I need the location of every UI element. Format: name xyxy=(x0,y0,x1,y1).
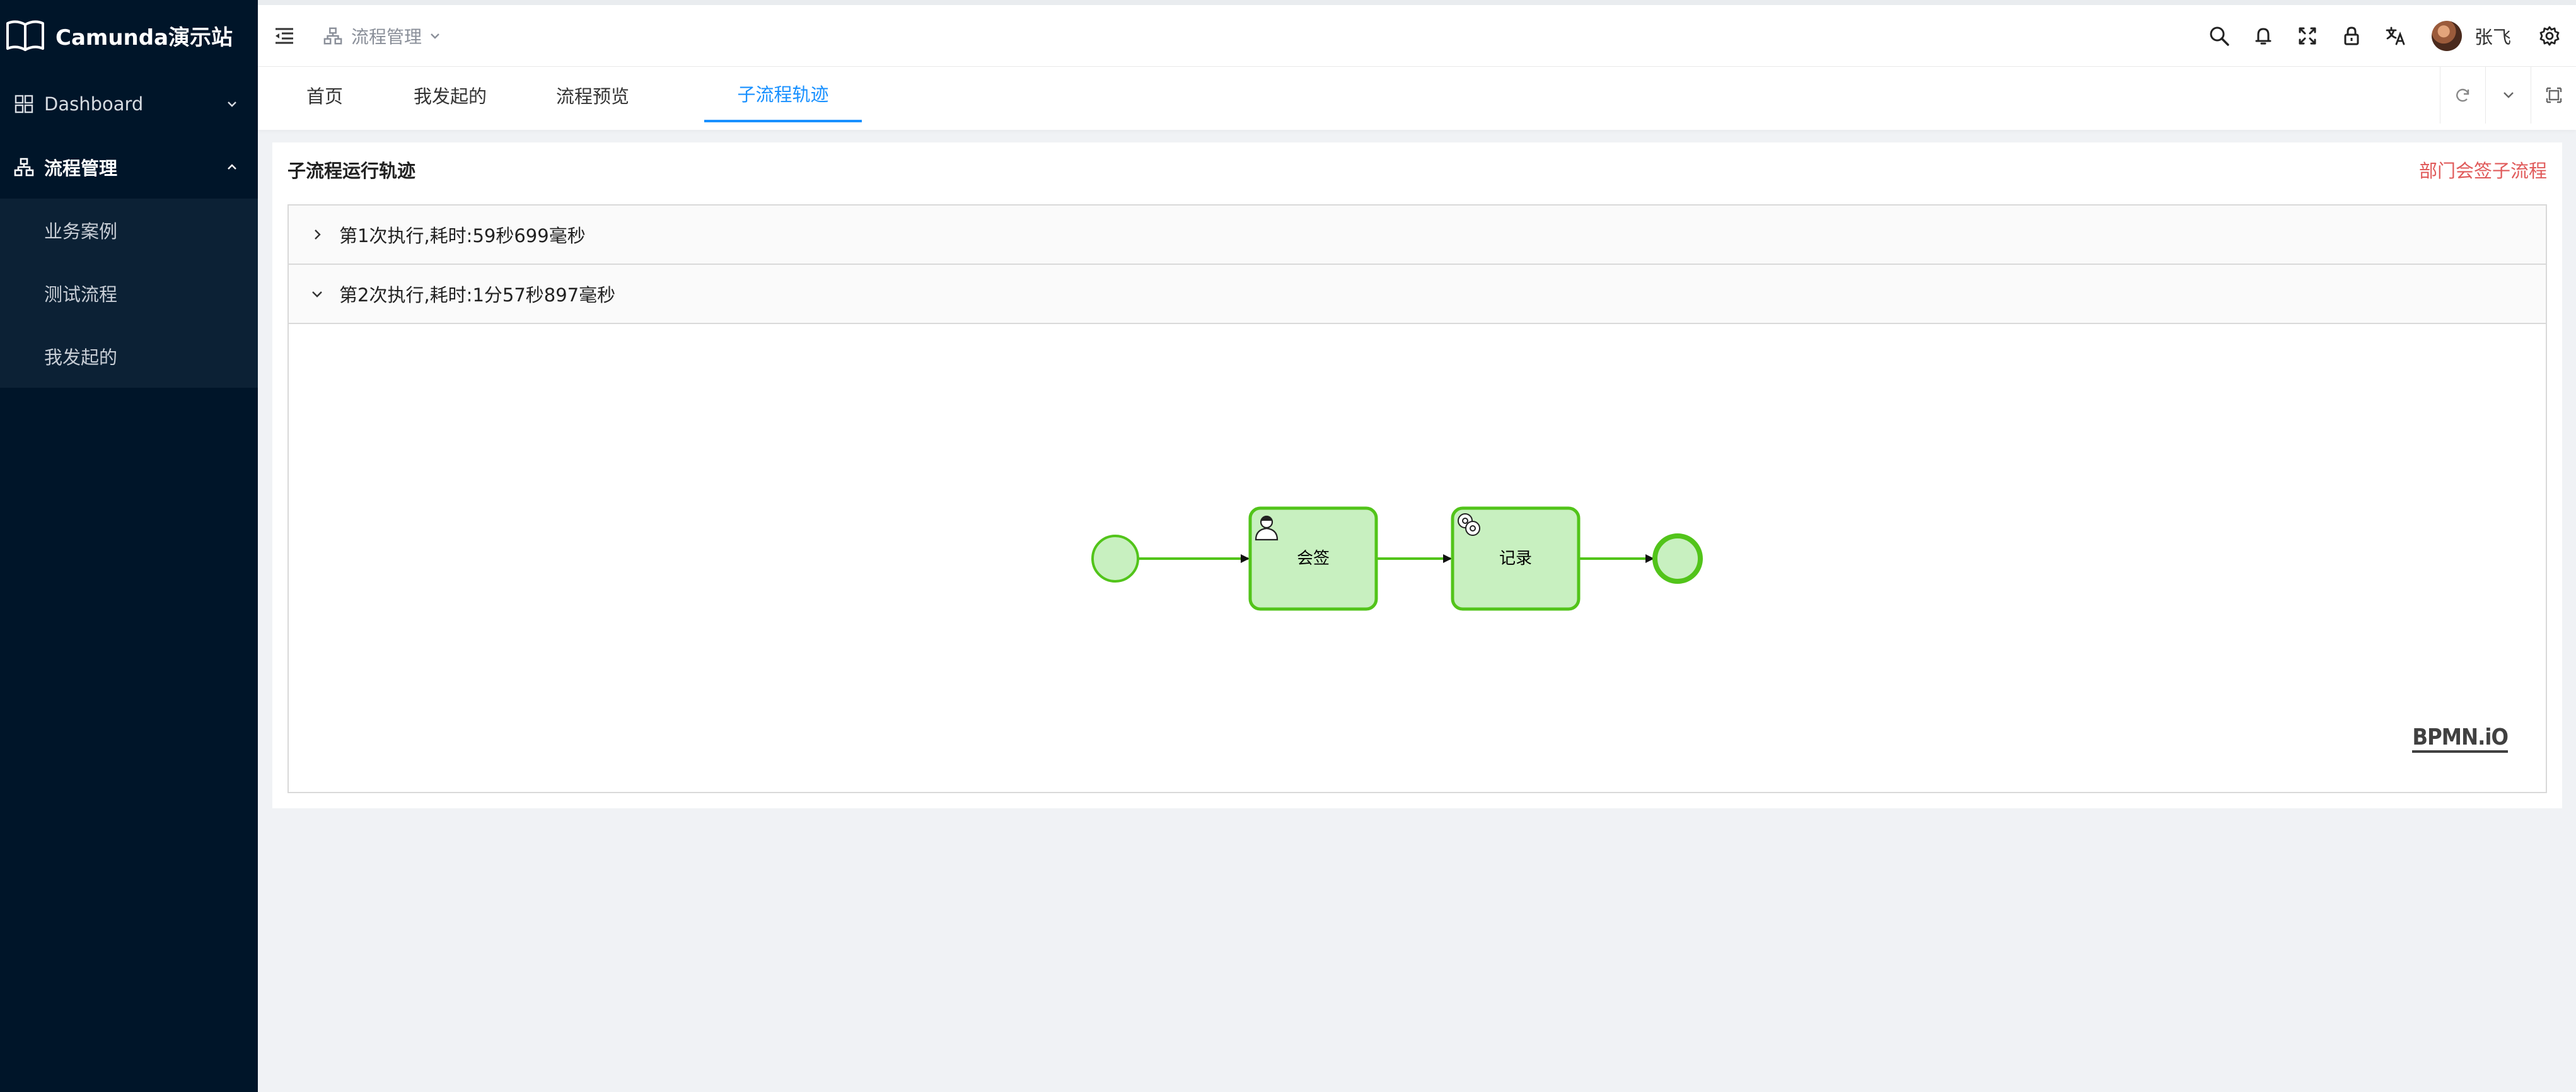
panel-label: 第1次执行,耗时:59秒699毫秒 xyxy=(339,225,586,247)
sidebar-item-test-process[interactable]: 测试流程 xyxy=(0,262,258,325)
subprocess-name-link[interactable]: 部门会签子流程 xyxy=(2419,156,2547,183)
username[interactable]: 张飞 xyxy=(2474,23,2511,49)
book-icon xyxy=(6,20,44,51)
sidebar: Camunda演示站 Dashboard 流程管理 业务案例 测试流程 我发起的 xyxy=(0,0,258,1092)
bpmn-io-watermark[interactable]: BPMN.iO xyxy=(2412,725,2509,753)
sidebar-item-business-case[interactable]: 业务案例 xyxy=(0,199,258,262)
tab-tools xyxy=(2440,67,2576,124)
service-task-record[interactable]: 记录 xyxy=(1451,506,1581,611)
bpmn-diagram[interactable]: 会签 记录 BPMN.iO xyxy=(289,325,2546,792)
lock-icon[interactable] xyxy=(2340,25,2363,47)
breadcrumb-label: 流程管理 xyxy=(351,26,422,47)
sidebar-submenu: 业务案例 测试流程 我发起的 xyxy=(0,199,258,388)
bpmn-canvas: 会签 记录 xyxy=(1091,506,1703,611)
avatar[interactable] xyxy=(2431,21,2462,51)
fullscreen-icon[interactable] xyxy=(2296,25,2319,47)
task-label: 会签 xyxy=(1297,549,1330,568)
search-icon[interactable] xyxy=(2208,25,2231,47)
task-label: 记录 xyxy=(1499,549,1532,568)
settings-icon[interactable] xyxy=(2538,25,2561,47)
subprocess-trace-card: 子流程运行轨迹 部门会签子流程 第1次执行,耗时:59秒699毫秒 第2次执行,… xyxy=(272,142,2562,808)
tabs-bar: 首页 我发起的 流程预览 子流程轨迹 xyxy=(258,67,2576,130)
sidebar-item-process-management[interactable]: 流程管理 xyxy=(0,136,258,199)
sidebar-item-dashboard[interactable]: Dashboard xyxy=(0,73,258,136)
panel-label: 第2次执行,耗时:1分57秒897毫秒 xyxy=(339,284,616,306)
tab-home[interactable]: 首页 xyxy=(287,67,363,124)
tab-label: 我发起的 xyxy=(413,86,487,107)
expand-icon[interactable] xyxy=(2531,67,2576,124)
chevron-down-icon[interactable] xyxy=(2485,67,2531,124)
chevron-down-icon xyxy=(228,102,236,107)
chevron-down-icon xyxy=(312,291,322,298)
chevron-down-icon xyxy=(431,33,439,39)
flow-icon xyxy=(14,157,34,177)
app-title: Camunda演示站 xyxy=(55,25,233,50)
start-event[interactable] xyxy=(1091,535,1139,583)
end-event[interactable] xyxy=(1652,533,1703,584)
card-title: 子流程运行轨迹 xyxy=(287,160,416,182)
execution-panel-2-header[interactable]: 第2次执行,耗时:1分57秒897毫秒 xyxy=(289,265,2546,324)
translate-icon[interactable] xyxy=(2384,25,2407,47)
chevron-up-icon xyxy=(228,164,236,170)
refresh-icon[interactable] xyxy=(2440,67,2485,124)
tab-label: 流程预览 xyxy=(555,86,629,107)
header-actions: 张飞 xyxy=(2197,5,2576,67)
execution-panel-1-header[interactable]: 第1次执行,耗时:59秒699毫秒 xyxy=(289,206,2546,265)
breadcrumb[interactable]: 流程管理 xyxy=(323,23,451,49)
execution-collapse: 第1次执行,耗时:59秒699毫秒 第2次执行,耗时:1分57秒897毫秒 会签… xyxy=(287,204,2547,793)
sidebar-item-label: Dashboard xyxy=(44,93,144,115)
chevron-right-icon xyxy=(315,229,321,240)
tab-subprocess-trace[interactable]: 子流程轨迹 xyxy=(704,67,862,122)
dashboard-icon xyxy=(14,94,34,114)
top-header: 流程管理 张飞 xyxy=(258,0,2576,67)
tab-label: 首页 xyxy=(306,86,343,107)
bell-icon[interactable] xyxy=(2252,25,2275,47)
sidebar-item-my-initiated[interactable]: 我发起的 xyxy=(0,325,258,388)
app-logo[interactable]: Camunda演示站 xyxy=(0,0,258,71)
tab-process-preview[interactable]: 流程预览 xyxy=(545,67,640,124)
sidebar-item-label: 流程管理 xyxy=(44,158,118,179)
tab-label: 子流程轨迹 xyxy=(737,84,829,105)
user-task-countersign[interactable]: 会签 xyxy=(1248,506,1378,611)
flow-icon xyxy=(323,27,342,44)
menu-fold-icon[interactable] xyxy=(273,26,296,46)
tab-my-initiated[interactable]: 我发起的 xyxy=(403,67,497,124)
